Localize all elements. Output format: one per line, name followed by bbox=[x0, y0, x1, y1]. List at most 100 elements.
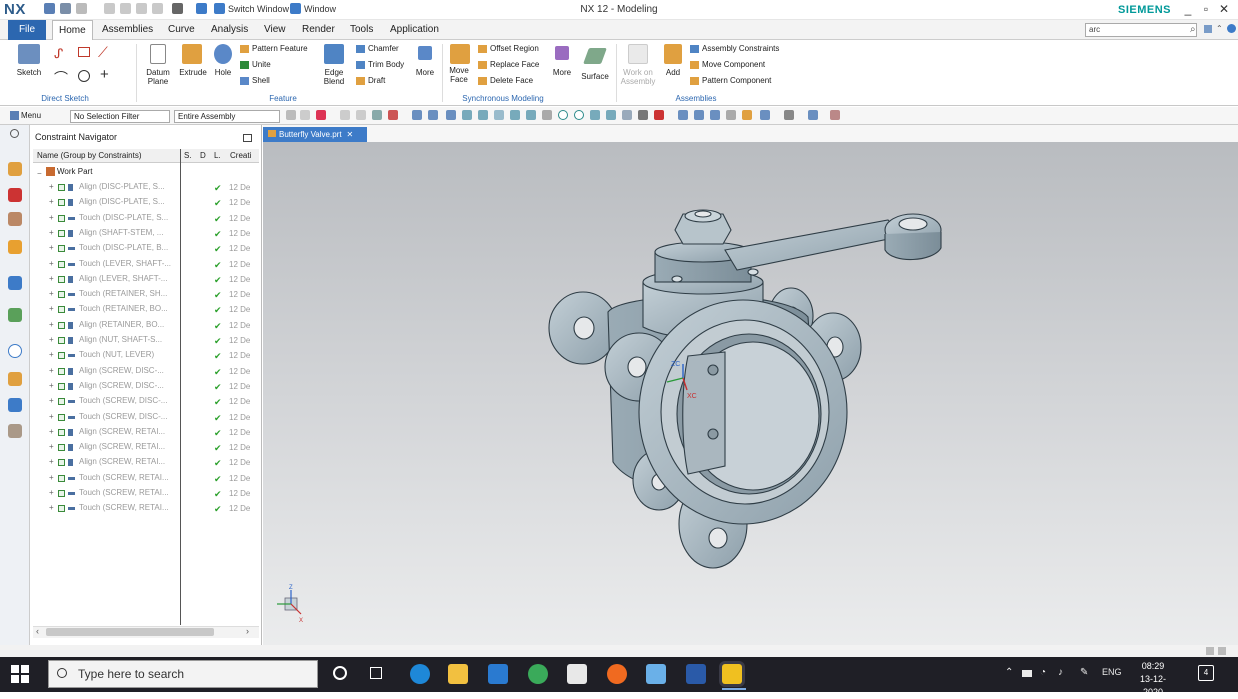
line-icon[interactable]: ⟋ bbox=[98, 44, 108, 61]
notification-center-icon[interactable]: 4 bbox=[1198, 665, 1214, 681]
more-sync-button[interactable]: More bbox=[548, 68, 576, 77]
scroll-left-icon[interactable]: ‹ bbox=[36, 626, 39, 636]
snap-quadrant-icon[interactable] bbox=[574, 110, 584, 120]
edge-blend-button[interactable]: Edge Blend bbox=[316, 68, 352, 86]
constraint-checkbox[interactable] bbox=[58, 413, 65, 421]
scroll-right-icon[interactable]: › bbox=[246, 626, 249, 636]
constraint-row[interactable]: + Align (SHAFT-STEM, ... ✔ 12 De bbox=[33, 227, 259, 242]
constraint-row[interactable]: + Align (RETAINER, BO... ✔ 12 De bbox=[33, 319, 259, 334]
nx-taskbar-icon[interactable] bbox=[722, 664, 742, 684]
edge-browser-icon[interactable] bbox=[410, 664, 430, 684]
constraint-checkbox[interactable] bbox=[58, 352, 65, 360]
constraint-checkbox[interactable] bbox=[58, 229, 65, 237]
search-icon[interactable]: ⌕ bbox=[1190, 24, 1196, 35]
tab-home[interactable]: Home bbox=[52, 20, 93, 40]
column-created[interactable]: Creati bbox=[230, 151, 251, 160]
graphics-window[interactable]: ZC XC Z X bbox=[263, 142, 1238, 645]
offset-region-button[interactable]: Offset Region bbox=[490, 44, 539, 53]
process-studio-icon[interactable] bbox=[8, 372, 22, 386]
selection-toolbar-icon[interactable] bbox=[606, 110, 616, 120]
constraint-checkbox[interactable] bbox=[58, 444, 65, 452]
constraint-checkbox[interactable] bbox=[58, 321, 65, 329]
constraint-row[interactable]: + Align (LEVER, SHAFT-... ✔ 12 De bbox=[33, 273, 259, 288]
task-view-icon[interactable] bbox=[370, 667, 382, 679]
network-icon[interactable]: ◔ bbox=[1040, 667, 1046, 678]
expand-icon[interactable]: + bbox=[49, 412, 54, 421]
expand-icon[interactable]: + bbox=[49, 427, 54, 436]
tab-tools[interactable]: Tools bbox=[344, 20, 379, 40]
constraint-row[interactable]: + Touch (DISC-PLATE, S... ✔ 12 De bbox=[33, 212, 259, 227]
constraint-row[interactable]: + Align (DISC-PLATE, S... ✔ 12 De bbox=[33, 181, 259, 196]
selection-toolbar-icon[interactable] bbox=[356, 110, 366, 120]
selection-toolbar-icon[interactable] bbox=[494, 110, 504, 120]
view-toolbar-icon[interactable] bbox=[678, 110, 688, 120]
constraint-checkbox[interactable] bbox=[58, 306, 65, 314]
minimize-button[interactable]: _ bbox=[1180, 2, 1196, 16]
manufacturing-wizards-icon[interactable] bbox=[8, 398, 22, 412]
constraint-checkbox[interactable] bbox=[58, 459, 65, 467]
constraint-row[interactable]: + Touch (SCREW, DISC-... ✔ 12 De bbox=[33, 395, 259, 410]
chrome-icon[interactable] bbox=[528, 664, 548, 684]
surface-button[interactable]: Surface bbox=[578, 72, 612, 81]
column-l[interactable]: L. bbox=[214, 151, 221, 160]
tab-curve[interactable]: Curve bbox=[162, 20, 201, 40]
mail-icon[interactable] bbox=[488, 664, 508, 684]
expand-icon[interactable]: + bbox=[49, 213, 54, 222]
constraint-row[interactable]: + Touch (DISC-PLATE, B... ✔ 12 De bbox=[33, 242, 259, 257]
selection-toolbar-icon[interactable] bbox=[412, 110, 422, 120]
selection-toolbar-icon[interactable] bbox=[428, 110, 438, 120]
view-toolbar-icon[interactable] bbox=[760, 110, 770, 120]
constraint-row[interactable]: + Align (SCREW, RETAI... ✔ 12 De bbox=[33, 441, 259, 456]
expand-icon[interactable]: + bbox=[49, 274, 54, 283]
selection-toolbar-icon[interactable] bbox=[654, 110, 664, 120]
replace-face-button[interactable]: Replace Face bbox=[490, 60, 539, 69]
expand-icon[interactable]: + bbox=[49, 243, 54, 252]
selection-toolbar-icon[interactable] bbox=[638, 110, 648, 120]
system-clock[interactable]: 08:29 13-12-2020 bbox=[1133, 660, 1173, 699]
collapse-icon[interactable]: − bbox=[37, 169, 42, 178]
move-face-button[interactable]: Move Face bbox=[444, 66, 474, 84]
menu-button[interactable]: Menu bbox=[21, 111, 41, 120]
assembly-constraints-button[interactable]: Assembly Constraints bbox=[702, 44, 779, 53]
constraint-checkbox[interactable] bbox=[58, 214, 65, 222]
expand-icon[interactable]: + bbox=[49, 182, 54, 191]
selection-toolbar-icon[interactable] bbox=[510, 110, 520, 120]
selection-toolbar-icon[interactable] bbox=[526, 110, 536, 120]
selection-toolbar-icon[interactable] bbox=[372, 110, 382, 120]
expand-icon[interactable]: + bbox=[49, 320, 54, 329]
constraint-row[interactable]: + Touch (RETAINER, SH... ✔ 12 De bbox=[33, 288, 259, 303]
file-explorer-icon[interactable] bbox=[448, 664, 468, 684]
sketch-button[interactable]: Sketch bbox=[12, 68, 46, 77]
constraint-row[interactable]: + Touch (NUT, LEVER) ✔ 12 De bbox=[33, 349, 259, 364]
group-assemblies[interactable]: Assemblies bbox=[664, 94, 728, 103]
expand-icon[interactable]: + bbox=[49, 197, 54, 206]
expand-icon[interactable]: + bbox=[49, 473, 54, 482]
view-toolbar-icon[interactable] bbox=[726, 110, 736, 120]
selection-toolbar-icon[interactable] bbox=[542, 110, 552, 120]
constraint-checkbox[interactable] bbox=[58, 398, 65, 406]
expand-icon[interactable]: + bbox=[49, 228, 54, 237]
constraint-row[interactable]: + Touch (SCREW, RETAI... ✔ 12 De bbox=[33, 472, 259, 487]
constraint-checkbox[interactable] bbox=[58, 199, 65, 207]
selection-toolbar-icon[interactable] bbox=[340, 110, 350, 120]
trim-body-button[interactable]: Trim Body bbox=[368, 60, 404, 69]
constraint-row[interactable]: + Align (SCREW, RETAI... ✔ 12 De bbox=[33, 456, 259, 471]
expand-icon[interactable]: + bbox=[49, 289, 54, 298]
selection-toolbar-icon[interactable] bbox=[316, 110, 326, 120]
expand-icon[interactable]: + bbox=[49, 396, 54, 405]
constraint-checkbox[interactable] bbox=[58, 428, 65, 436]
extrude-button[interactable]: Extrude bbox=[176, 68, 210, 77]
arc-icon[interactable]: ⌒ bbox=[54, 68, 68, 88]
battery-icon[interactable] bbox=[1022, 670, 1032, 677]
draft-button[interactable]: Draft bbox=[368, 76, 385, 85]
expand-icon[interactable]: + bbox=[49, 442, 54, 451]
selection-toolbar-icon[interactable] bbox=[300, 110, 310, 120]
constraint-checkbox[interactable] bbox=[58, 291, 65, 299]
close-button[interactable]: ✕ bbox=[1216, 2, 1232, 16]
status-icon[interactable] bbox=[1206, 647, 1214, 655]
work-on-assembly-button[interactable]: Work on Assembly bbox=[618, 68, 658, 86]
constraint-row[interactable]: + Align (SCREW, DISC-... ✔ 12 De bbox=[33, 380, 259, 395]
constraint-row[interactable]: + Align (NUT, SHAFT-S... ✔ 12 De bbox=[33, 334, 259, 349]
hole-button[interactable]: Hole bbox=[210, 68, 236, 77]
windows-start-icon[interactable] bbox=[10, 664, 30, 684]
